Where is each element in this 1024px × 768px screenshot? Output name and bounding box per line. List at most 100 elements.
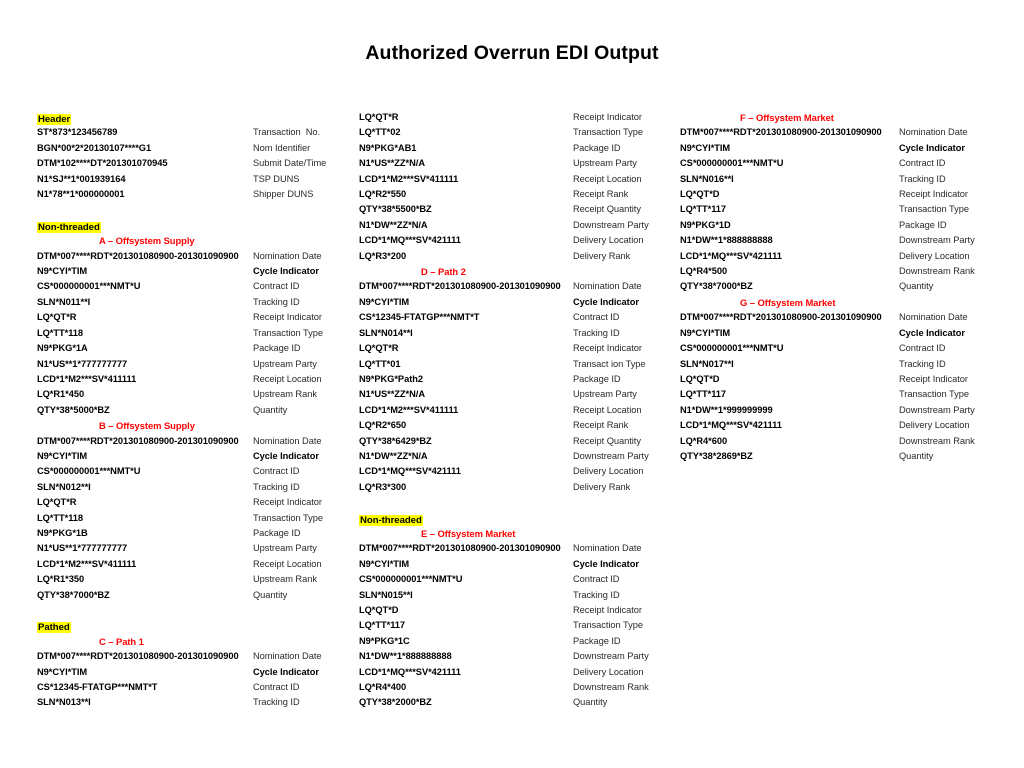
edi-segment-row: N9*CYI*TIM Cycle Indicator <box>37 264 359 279</box>
edi-segment-row: N1*DW**1*999999999 Downstream Party <box>680 403 1024 418</box>
edi-segment-code: CS*12345-FTATGP***NMT*T <box>359 312 480 323</box>
edi-segment-code: SLN*N014**I <box>359 327 413 338</box>
edi-segment-row: N9*PKG*1C Package ID <box>359 634 680 649</box>
edi-segment-code: N9*CYI*TIM <box>37 666 88 677</box>
edi-segment-code: DTM*007****RDT*201301080900-201301090900 <box>680 312 882 323</box>
edi-segment-code: LCD*1*M2***SV*411111 <box>37 558 137 569</box>
edi-segment-label: Receipt Location <box>573 404 642 415</box>
edi-segment-row: SLN*N017**I Tracking ID <box>680 357 1024 372</box>
edi-segment-code: LCD*1*M2***SV*411111 <box>37 373 137 384</box>
edi-segment-row: LQ*R2*550 Receipt Rank <box>359 187 680 202</box>
edi-segment-code: BGN*00*2*20130107****G1 <box>37 142 152 153</box>
edi-segment-code: DTM*007****RDT*201301080900-201301090900 <box>37 651 239 662</box>
edi-segment-row: DTM*007****RDT*201301080900-201301090900… <box>359 541 680 556</box>
edi-segment-row: DTM*007****RDT*201301080900-201301090900… <box>37 649 359 664</box>
edi-segment-row: N1*DW**ZZ*N/A Downstream Party <box>359 449 680 464</box>
edi-segment-label: Cycle Indicator <box>253 450 319 461</box>
edi-segment-label: Upstream Party <box>573 158 637 169</box>
edi-segment-row: N9*PKG*1A Package ID <box>37 341 359 356</box>
edi-segment-label: Downstream Party <box>573 651 649 662</box>
edi-segment-code: QTY*38*5500*BZ <box>359 204 432 215</box>
edi-segment-row: LCD*1*MQ***SV*421111 Delivery Location <box>680 418 1024 433</box>
edi-segment-code: N1*US**1*777777777 <box>37 543 128 554</box>
edi-segment-code: LQ*TT*117 <box>359 620 406 631</box>
edi-segment-code: LQ*QT*R <box>37 497 77 508</box>
edi-segment-row: QTY*38*6429*BZ Receipt Quantity <box>359 434 680 449</box>
edi-segment-row: QTY*38*5000*BZ Quantity <box>37 403 359 418</box>
highlighted-heading-text: Non-threaded <box>359 514 423 526</box>
edi-segment-label: Receipt Indicator <box>253 312 322 323</box>
edi-segment-code: LCD*1*MQ***SV*421111 <box>359 666 461 677</box>
edi-segment-row: N9*PKG*1B Package ID <box>37 526 359 541</box>
edi-segment-code: N1*78**1*000000001 <box>37 189 125 200</box>
edi-segment-code: CS*000000001***NMT*U <box>680 158 784 169</box>
edi-segment-code: LQ*R4*500 <box>680 266 728 277</box>
edi-segment-label: Quantity <box>573 697 608 708</box>
edi-segment-row: SLN*N015**I Tracking ID <box>359 588 680 603</box>
edi-segment-label: Package ID <box>253 343 301 354</box>
edi-segment-row: BGN*00*2*20130107****G1 Nom Identifier <box>37 141 359 156</box>
edi-segment-row: LQ*R4*500 Downstream Rank <box>680 264 1024 279</box>
edi-segment-label: Quantity <box>253 589 288 600</box>
group-header-header: Header <box>37 110 359 125</box>
edi-segment-code: N9*CYI*TIM <box>680 142 731 153</box>
edi-segment-code: N9*PKG*1D <box>680 219 731 230</box>
edi-segment-code: N1*US**ZZ*N/A <box>359 389 425 400</box>
edi-segment-row: LQ*TT*01 Transact ion Type <box>359 357 680 372</box>
edi-segment-row: LQ*TT*117 Transaction Type <box>359 618 680 633</box>
edi-segment-code: N9*CYI*TIM <box>359 296 410 307</box>
edi-segment-label: Package ID <box>899 219 947 230</box>
edi-segment-row: N1*US**ZZ*N/A Upstream Party <box>359 156 680 171</box>
edi-segment-code: DTM*007****RDT*201301080900-201301090900 <box>37 435 239 446</box>
edi-segment-label: Nomination Date <box>253 435 322 446</box>
edi-segment-code: ST*873*123456789 <box>37 127 118 138</box>
edi-segment-code: CS*12345-FTATGP***NMT*T <box>37 682 158 693</box>
edi-segment-label: Receipt Location <box>573 173 642 184</box>
edi-segment-label: Package ID <box>573 373 621 384</box>
edi-segment-label: Contract ID <box>573 312 620 323</box>
edi-segment-label: Shipper DUNS <box>253 189 314 200</box>
edi-segment-row: SLN*N011**I Tracking ID <box>37 295 359 310</box>
edi-segment-code: LQ*QT*D <box>680 189 720 200</box>
edi-segment-label: Downstream Party <box>573 219 649 230</box>
edi-segment-row: SLN*N013**I Tracking ID <box>37 695 359 710</box>
edi-segment-code: N1*SJ**1*001939164 <box>37 173 126 184</box>
edi-segment-label: Upstream Party <box>253 358 317 369</box>
edi-segment-label: Tracking ID <box>573 589 620 600</box>
edi-segment-code: LQ*QT*R <box>359 112 399 122</box>
edi-segment-row: LCD*1*MQ***SV*421111 Delivery Location <box>680 249 1024 264</box>
edi-segment-label: Tracking ID <box>573 327 620 338</box>
edi-segment-row: LQ*R3*200 Delivery Rank <box>359 249 680 264</box>
edi-segment-row: LQ*R1*350 Upstream Rank <box>37 572 359 587</box>
group-header-pathed: Pathed <box>37 618 359 634</box>
edi-segment-row: N1*SJ**1*001939164 TSP DUNS <box>37 172 359 187</box>
edi-segment-code: N9*PKG*Path2 <box>359 373 423 384</box>
edi-segment-row: LQ*TT*117 Transaction Type <box>680 387 1024 402</box>
subheading-d-path-2: D – Path 2 <box>421 266 466 278</box>
edi-segment-row: LQ*R1*450 Upstream Rank <box>37 387 359 402</box>
edi-segment-code: LQ*TT*117 <box>680 389 727 400</box>
edi-segment-code: CS*000000001***NMT*U <box>37 466 141 477</box>
edi-segment-code: DTM*007****RDT*201301080900-201301090900 <box>359 281 561 292</box>
edi-segment-code: N1*DW**1*888888888 <box>680 235 773 246</box>
edi-segment-row: N9*CYI*TIM Cycle Indicator <box>680 326 1024 341</box>
edi-segment-code: SLN*N011**I <box>37 296 91 307</box>
edi-segment-code: LQ*R2*650 <box>359 420 407 431</box>
edi-segment-label: Contract ID <box>253 466 300 477</box>
subheading-b-offsystem-supply: B – Offsystem Supply <box>99 420 195 432</box>
edi-segment-row: LCD*1*M2***SV*411111 Receipt Location <box>37 557 359 572</box>
edi-segment-label: Receipt Indicator <box>573 605 642 615</box>
edi-segment-label: Downstream Rank <box>573 682 649 693</box>
edi-segment-row: LQ*QT*R Receipt Indicator <box>359 110 680 125</box>
edi-segment-row: DTM*007****RDT*201301080900-201301090900… <box>359 279 680 294</box>
edi-segment-row: SLN*N012**I Tracking ID <box>37 480 359 495</box>
subheading-c-path-1: C – Path 1 <box>99 635 144 647</box>
edi-segment-code: LQ*TT*117 <box>680 204 727 215</box>
edi-segment-label: Tracking ID <box>899 173 946 184</box>
edi-segment-row: CS*000000001***NMT*U Contract ID <box>680 341 1024 356</box>
edi-segment-code: LCD*1*MQ***SV*421111 <box>359 466 461 477</box>
edi-segment-label: Downstream Rank <box>899 435 975 446</box>
edi-segment-code: QTY*38*7000*BZ <box>680 281 753 292</box>
